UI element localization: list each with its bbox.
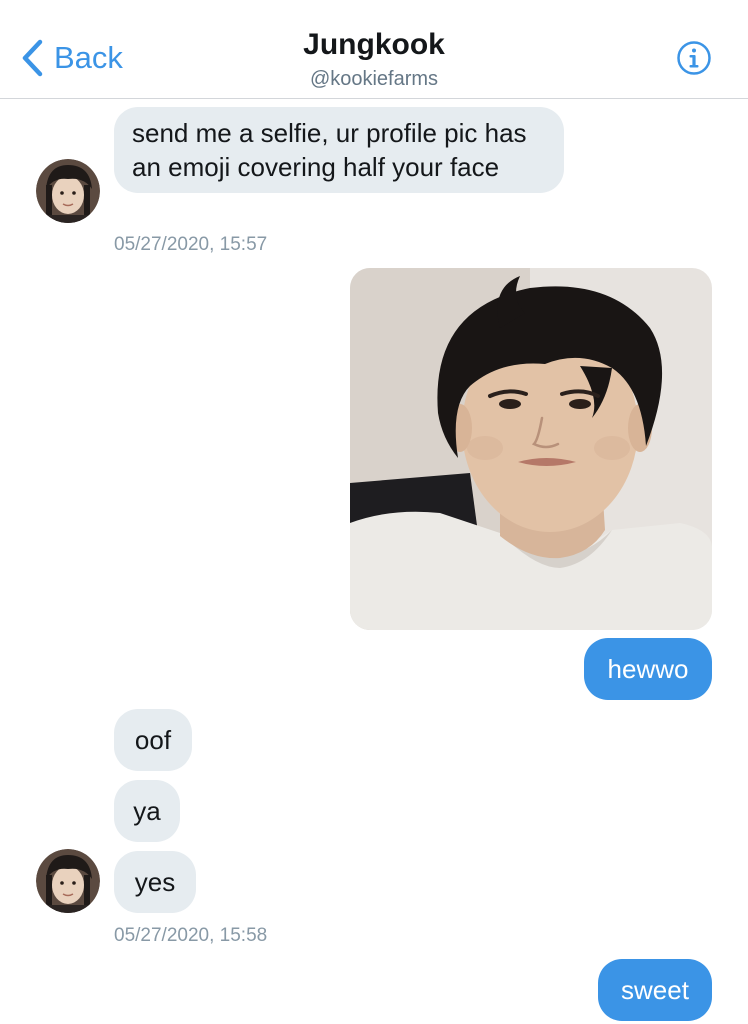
contact-name: Jungkook (303, 28, 445, 61)
message-text: sweet (621, 975, 689, 1005)
message-text: yes (134, 867, 176, 897)
avatar[interactable] (36, 159, 100, 223)
message-bubble-incoming[interactable]: send me a selfie, ur profile pic has an … (114, 107, 564, 193)
contact-handle: @kookiefarms (309, 68, 439, 90)
contact-title: Jungkook @kookiefarms (0, 26, 748, 92)
message-bubble-incoming[interactable]: ya (114, 780, 180, 842)
avatar-image (36, 159, 100, 223)
message-bubble-incoming[interactable]: oof (114, 709, 192, 771)
message-text: oof (134, 725, 172, 755)
message-image[interactable] (350, 268, 712, 630)
message-timestamp: 05/27/2020, 15:57 (114, 234, 268, 255)
avatar[interactable] (36, 849, 100, 913)
message-bubble-outgoing[interactable]: sweet (598, 959, 712, 1021)
message-bubble-outgoing[interactable]: hewwo (584, 638, 712, 700)
message-text: send me a selfie, ur profile pic has an … (132, 118, 527, 182)
selfie-image (350, 268, 712, 630)
message-bubble-incoming[interactable]: yes (114, 851, 196, 913)
message-text: ya (133, 796, 161, 826)
info-circle-icon[interactable] (676, 40, 712, 76)
message-timestamp: 05/27/2020, 15:58 (114, 925, 268, 946)
avatar-image (36, 849, 100, 913)
message-text: hewwo (607, 654, 689, 684)
conversation-header: Back Jungkook @kookiefarms (0, 0, 748, 99)
